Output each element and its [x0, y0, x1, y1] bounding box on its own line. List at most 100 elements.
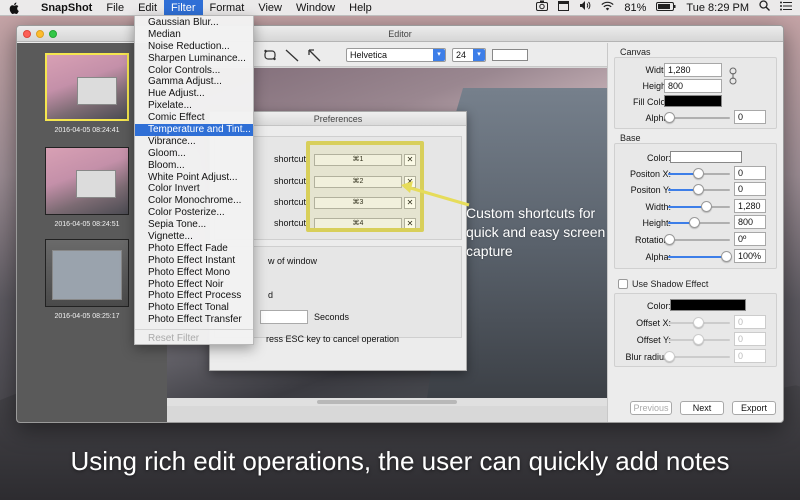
menu-item-filter[interactable]: Temperature and Tint... [135, 124, 253, 136]
line-tool-icon[interactable] [284, 47, 300, 63]
menu-item-filter[interactable]: White Point Adjust... [135, 172, 253, 184]
rotation-field[interactable]: 0º [734, 232, 766, 246]
text-color-well[interactable] [492, 48, 528, 61]
menu-item-filter[interactable]: Pixelate... [135, 100, 253, 112]
menu-item-filter[interactable]: Vibrance... [135, 136, 253, 148]
offset-y-field[interactable]: 0 [734, 332, 766, 346]
thumbnail-timestamp: 2016-04-05 08:25:17 [54, 313, 120, 320]
apple-icon[interactable] [8, 1, 20, 15]
close-window-button[interactable] [23, 30, 31, 38]
thumbnail-item[interactable]: 2016-04-05 08:24:51 [45, 147, 129, 228]
shadow-effect-checkbox[interactable] [618, 279, 628, 289]
window-titlebar[interactable]: Editor [17, 26, 783, 42]
export-button[interactable]: Export [732, 401, 776, 415]
thumbnail-image[interactable] [45, 147, 129, 215]
menu-item-filter[interactable]: Noise Reduction... [135, 41, 253, 53]
font-family-select[interactable]: Helvetica ▾ [346, 47, 446, 62]
shadow-color-swatch[interactable] [670, 299, 746, 311]
canvas-alpha-field[interactable]: 0 [734, 110, 766, 124]
menu-item-filter[interactable]: Photo Effect Mono [135, 267, 253, 279]
spotlight-icon[interactable] [759, 0, 770, 16]
fill-color-swatch[interactable] [664, 95, 722, 107]
menu-item-filter[interactable]: Photo Effect Noir [135, 279, 253, 291]
zoom-window-button[interactable] [49, 30, 57, 38]
base-height-slider[interactable] [668, 217, 730, 228]
clock[interactable]: Tue 8:29 PM [686, 0, 749, 16]
blur-radius-field[interactable]: 0 [734, 349, 766, 363]
notification-center-icon[interactable] [780, 0, 792, 16]
delay-seconds-field[interactable] [260, 310, 308, 324]
canvas-alpha-slider[interactable] [664, 112, 730, 123]
rotation-slider[interactable] [664, 234, 730, 245]
menu-item-filter[interactable]: Comic Effect [135, 112, 253, 124]
menu-item-filter[interactable]: Median [135, 29, 253, 41]
position-y-slider[interactable] [668, 184, 730, 195]
base-alpha-slider[interactable] [668, 251, 732, 262]
menu-item-filter[interactable]: Gloom... [135, 148, 253, 160]
menu-item-filter[interactable]: Photo Effect Instant [135, 255, 253, 267]
menu-item-filter[interactable]: Photo Effect Fade [135, 243, 253, 255]
menu-app-name[interactable]: SnapShot [34, 0, 99, 16]
window-title: Editor [388, 29, 412, 39]
menu-item-filter[interactable]: Sharpen Luminance... [135, 53, 253, 65]
offset-x-slider[interactable] [668, 317, 730, 328]
battery-icon[interactable] [656, 0, 676, 16]
chevron-down-icon[interactable]: ▾ [433, 48, 445, 61]
wifi-icon[interactable] [601, 0, 615, 16]
offset-y-slider[interactable] [668, 334, 730, 345]
menu-format[interactable]: Format [203, 0, 252, 16]
menu-item-filter[interactable]: Gamma Adjust... [135, 76, 253, 88]
menu-item-filter[interactable]: Color Controls... [135, 65, 253, 77]
thumbnail-image[interactable] [45, 239, 129, 307]
previous-button[interactable]: Previous [630, 401, 672, 415]
base-alpha-field[interactable]: 100% [734, 249, 766, 263]
thumbnail-item[interactable]: 2016-04-05 08:24:41 [45, 53, 129, 134]
shadow-effect-label: Use Shadow Effect [632, 279, 709, 289]
menu-window[interactable]: Window [289, 0, 342, 16]
thumbnail-image[interactable] [45, 53, 129, 121]
base-color-swatch[interactable] [670, 151, 742, 163]
arrow-tool-icon[interactable] [306, 47, 322, 63]
horizontal-scrollbar[interactable] [167, 398, 607, 406]
thumbnail-item[interactable]: 2016-04-05 08:25:17 [45, 239, 129, 320]
menu-item-filter[interactable]: Hue Adjust... [135, 88, 253, 100]
menu-item-filter[interactable]: Photo Effect Process [135, 290, 253, 302]
thumbnail-timestamp: 2016-04-05 08:24:51 [54, 221, 120, 228]
lasso-tool-icon[interactable] [262, 47, 278, 63]
minimize-window-button[interactable] [36, 30, 44, 38]
next-button[interactable]: Next [680, 401, 724, 415]
position-y-field[interactable]: 0 [734, 182, 766, 196]
offset-x-field[interactable]: 0 [734, 315, 766, 329]
chevron-down-icon[interactable]: ▾ [473, 48, 485, 61]
menu-item-filter[interactable]: Bloom... [135, 160, 253, 172]
font-size-select[interactable]: 24 ▾ [452, 47, 486, 62]
calendar-icon[interactable] [558, 0, 570, 16]
menu-item-filter[interactable]: Vignette... [135, 231, 253, 243]
base-color-label: Color: [646, 153, 671, 163]
canvas-width-field[interactable]: 1,280 [664, 63, 722, 77]
menu-help[interactable]: Help [342, 0, 379, 16]
menu-item-filter[interactable]: Color Monochrome... [135, 195, 253, 207]
menu-file[interactable]: File [99, 0, 131, 16]
menu-view[interactable]: View [251, 0, 289, 16]
position-y-label: Positon Y: [630, 185, 671, 195]
menu-item-filter[interactable]: Color Posterize... [135, 207, 253, 219]
menu-item-filter[interactable]: Sepia Tone... [135, 219, 253, 231]
sound-icon[interactable] [579, 0, 591, 16]
base-height-field[interactable]: 800 [734, 215, 766, 229]
menu-item-filter[interactable]: Color Invert [135, 183, 253, 195]
menu-filter[interactable]: Filter [164, 0, 203, 16]
menu-item-filter[interactable]: Photo Effect Transfer [135, 314, 253, 326]
aspect-lock-icon[interactable] [726, 65, 740, 87]
position-x-slider[interactable] [668, 168, 730, 179]
base-width-slider[interactable] [668, 201, 730, 212]
position-x-field[interactable]: 0 [734, 166, 766, 180]
blur-radius-slider[interactable] [664, 351, 730, 362]
canvas-height-field[interactable]: 800 [664, 79, 722, 93]
menu-edit[interactable]: Edit [131, 0, 164, 16]
menu-item-filter[interactable]: Gaussian Blur... [135, 17, 253, 29]
menu-item-reset-filter[interactable]: Reset Filter [135, 333, 253, 345]
snapshot-status-icon[interactable] [536, 0, 549, 16]
menu-item-filter[interactable]: Photo Effect Tonal [135, 302, 253, 314]
base-width-field[interactable]: 1,280 [734, 199, 766, 213]
